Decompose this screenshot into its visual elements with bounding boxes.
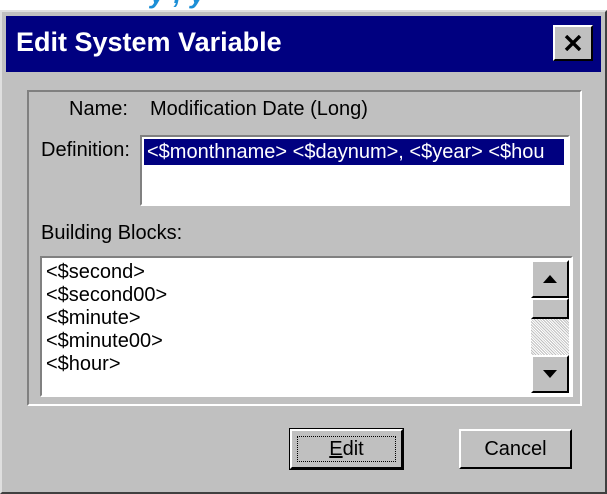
window-title: Edit System Variable xyxy=(16,27,282,57)
list-scrollbar[interactable] xyxy=(531,260,569,393)
edit-button[interactable]: Edit xyxy=(289,428,404,470)
top-strip-text: y , y xyxy=(150,0,206,10)
title-bar[interactable]: Edit System Variable xyxy=(6,16,601,72)
scroll-up-button[interactable] xyxy=(531,260,569,298)
building-blocks-label: Building Blocks: xyxy=(41,222,183,244)
definition-selected-text: <$monthname> <$daynum>, <$year> <$hou xyxy=(144,139,564,165)
focus-rect xyxy=(297,436,396,462)
list-item[interactable]: <$hour> xyxy=(46,353,167,376)
arrow-up-icon xyxy=(543,275,557,283)
edit-system-variable-dialog: Edit System Variable Name: Modification … xyxy=(0,10,607,494)
list-item[interactable]: <$second00> xyxy=(46,284,167,307)
definition-field[interactable]: <$monthname> <$daynum>, <$year> <$hou xyxy=(140,135,570,206)
list-item[interactable]: <$minute> xyxy=(46,307,167,330)
scroll-down-button[interactable] xyxy=(531,355,569,393)
arrow-down-icon xyxy=(543,370,557,378)
cancel-button[interactable]: Cancel xyxy=(459,429,572,469)
name-value: Modification Date (Long) xyxy=(150,98,368,120)
cancel-label: Cancel xyxy=(484,437,547,460)
list-item[interactable]: <$minute00> xyxy=(46,330,167,353)
list-item[interactable]: <$second> xyxy=(46,261,167,284)
top-strip: y , y xyxy=(0,0,607,10)
close-icon xyxy=(564,35,582,51)
building-blocks-list[interactable]: <$second> <$second00> <$minute> <$minute… xyxy=(40,256,573,397)
definition-label: Definition: xyxy=(41,139,130,161)
name-label: Name: xyxy=(69,98,128,120)
close-button[interactable] xyxy=(553,25,593,61)
scrollbar-thumb[interactable] xyxy=(531,298,569,319)
